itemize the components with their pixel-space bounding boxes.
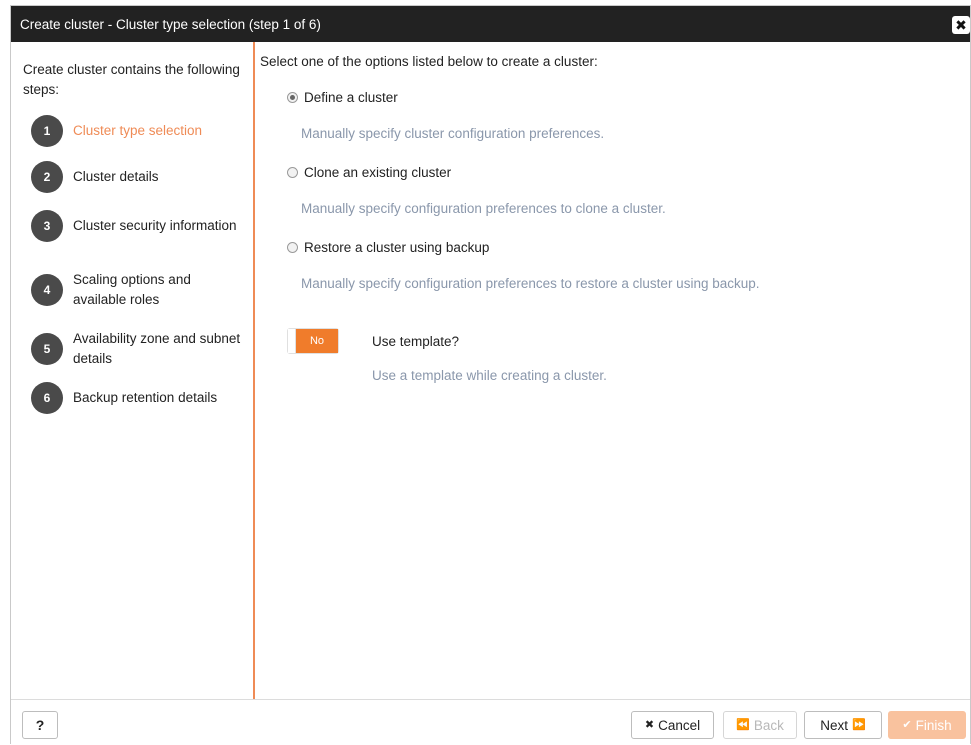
step-number: 1 [31, 115, 63, 147]
toggle-handle [288, 329, 296, 353]
step-number: 6 [31, 382, 63, 414]
back-button[interactable]: ⏪ Back [723, 711, 797, 739]
option-description: Manually specify configuration preferenc… [301, 276, 760, 291]
step-number: 3 [31, 210, 63, 242]
steps-sidebar: Create cluster contains the following st… [11, 42, 255, 699]
step-cluster-security-information: 3 Cluster security information [31, 210, 243, 242]
step-availability-zone: 5 Availability zone and subnet details [31, 329, 243, 369]
next-button[interactable]: Next ⏩ [804, 711, 882, 739]
next-label: Next [820, 717, 849, 733]
radio-restore-cluster[interactable] [287, 242, 298, 253]
toggle-value: No [296, 329, 338, 353]
option-label: Restore a cluster using backup [304, 240, 490, 255]
dialog-title: Create cluster - Cluster type selection … [20, 16, 321, 32]
finish-button[interactable]: ✔ Finish [888, 711, 966, 739]
cancel-label: Cancel [658, 717, 701, 733]
step-number: 5 [31, 333, 63, 365]
cancel-button[interactable]: ✖ Cancel [631, 711, 714, 739]
dialog-footer: ? ✖ Cancel ⏪ Back Next ⏩ ✔ Finish [11, 699, 970, 745]
option-description: Manually specify configuration preferenc… [301, 201, 666, 216]
step-scaling-options: 4 Scaling options and available roles [31, 270, 243, 310]
main-intro: Select one of the options listed below t… [260, 54, 598, 69]
step-number: 4 [31, 274, 63, 306]
step-cluster-details: 2 Cluster details [31, 161, 243, 193]
step-cluster-type-selection: 1 Cluster type selection [31, 115, 243, 147]
close-icon: ✖ [644, 718, 655, 731]
option-clone-cluster[interactable]: Clone an existing cluster [287, 165, 451, 180]
step-backup-retention: 6 Backup retention details [31, 382, 243, 414]
step-label: Cluster security information [73, 218, 237, 233]
help-button[interactable]: ? [22, 711, 58, 739]
sidebar-intro: Create cluster contains the following st… [23, 62, 240, 97]
check-icon: ✔ [902, 718, 912, 731]
step-label: Cluster details [73, 169, 159, 184]
option-label: Clone an existing cluster [304, 165, 452, 180]
option-description: Manually specify cluster configuration p… [301, 126, 605, 141]
step-label: Availability zone and subnet details [73, 331, 241, 366]
use-template-label: Use template? [372, 334, 460, 349]
use-template-description: Use a template while creating a cluster. [372, 368, 607, 383]
finish-label: Finish [915, 717, 952, 733]
radio-define-cluster[interactable] [287, 92, 298, 103]
step-label: Backup retention details [73, 390, 218, 405]
step-label: Cluster type selection [73, 123, 203, 138]
create-cluster-dialog: Create cluster - Cluster type selection … [10, 5, 971, 745]
fast-forward-icon: ⏩ [852, 718, 866, 731]
step-label: Scaling options and available roles [73, 272, 191, 307]
radio-clone-cluster[interactable] [287, 167, 298, 178]
dialog-titlebar: Create cluster - Cluster type selection … [11, 6, 970, 42]
step-number: 2 [31, 161, 63, 193]
back-label: Back [753, 717, 784, 733]
close-icon[interactable]: ✖ [952, 16, 970, 34]
option-restore-cluster[interactable]: Restore a cluster using backup [287, 240, 489, 255]
option-define-cluster[interactable]: Define a cluster [287, 90, 398, 105]
use-template-toggle[interactable]: No [287, 328, 339, 354]
fast-backward-icon: ⏪ [736, 718, 750, 731]
option-label: Define a cluster [304, 90, 398, 105]
main-panel: Select one of the options listed below t… [257, 42, 970, 699]
